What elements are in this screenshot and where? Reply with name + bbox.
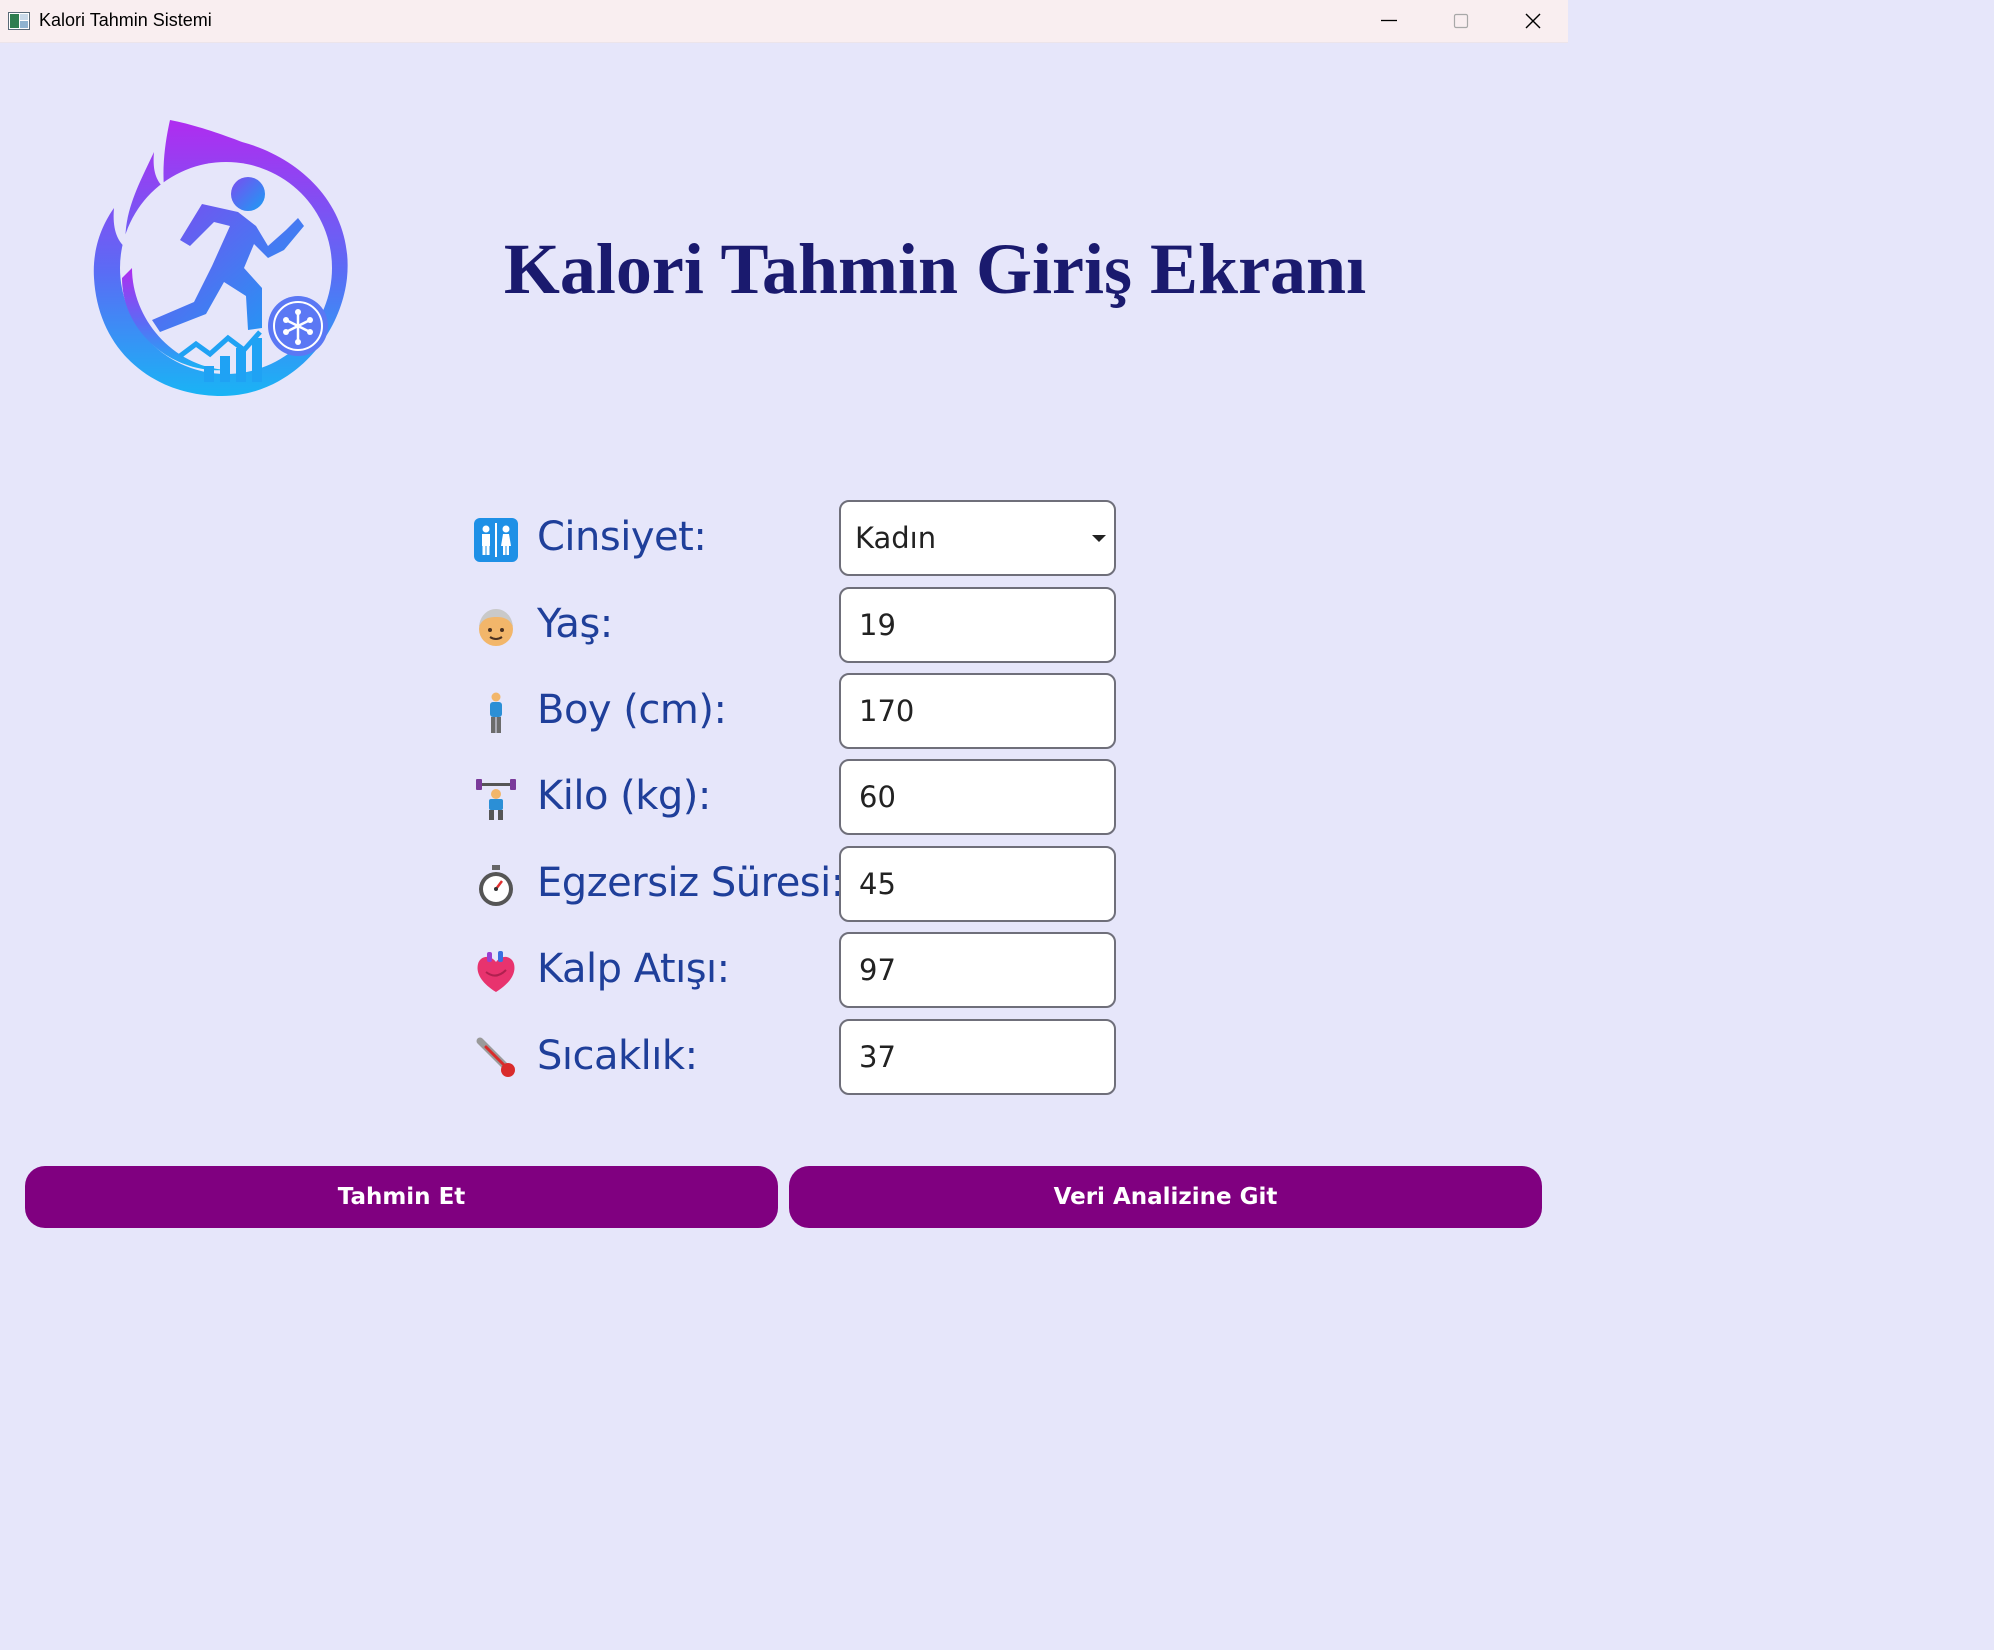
- weight-field[interactable]: [839, 759, 1116, 835]
- minimize-button[interactable]: [1352, 0, 1424, 43]
- height-field[interactable]: [839, 673, 1116, 749]
- gender-select-value: Kadın: [855, 521, 937, 555]
- weightlifter-icon: [474, 777, 518, 821]
- data-analysis-button[interactable]: Veri Analizine Git: [789, 1166, 1542, 1228]
- close-icon: [1525, 13, 1541, 29]
- gender-select[interactable]: Kadın: [839, 500, 1116, 576]
- exercise-duration-field[interactable]: [839, 846, 1116, 922]
- page-title: Kalori Tahmin Giriş Ekranı: [503, 229, 1367, 309]
- form-row-gender: Cinsiyet: Kadın: [474, 500, 1124, 576]
- restroom-icon: [474, 518, 518, 562]
- temperature-label: Sıcaklık:: [537, 1033, 698, 1079]
- stopwatch-icon: [474, 864, 518, 908]
- title-bar: Kalori Tahmin Sistemi: [0, 0, 1568, 43]
- age-field[interactable]: [839, 587, 1116, 663]
- maximize-icon: [1453, 13, 1469, 29]
- form-row-exercise-duration: Egzersiz Süresi:: [474, 846, 1124, 922]
- anatomical-heart-icon: [474, 950, 518, 994]
- heart-rate-field[interactable]: [839, 932, 1116, 1008]
- thermometer-icon: [474, 1037, 518, 1081]
- form-row-heart-rate: Kalp Atışı:: [474, 932, 1124, 1008]
- form-row-weight: Kilo (kg):: [474, 759, 1124, 835]
- chevron-down-icon: [1092, 535, 1106, 542]
- form-row-height: Boy (cm):: [474, 673, 1124, 749]
- heart-rate-label: Kalp Atışı:: [537, 946, 730, 992]
- temperature-field[interactable]: [839, 1019, 1116, 1095]
- minimize-icon: [1381, 19, 1397, 22]
- predict-button[interactable]: Tahmin Et: [25, 1166, 778, 1228]
- form-row-temperature: Sıcaklık:: [474, 1019, 1124, 1095]
- maximize-button[interactable]: [1424, 0, 1496, 43]
- exercise-duration-label: Egzersiz Süresi:: [537, 860, 844, 906]
- standing-person-icon: [474, 691, 518, 735]
- older-person-icon: [474, 605, 518, 649]
- window-title: Kalori Tahmin Sistemi: [39, 10, 212, 30]
- weight-label: Kilo (kg):: [537, 773, 711, 819]
- close-button[interactable]: [1496, 0, 1568, 43]
- age-label: Yaş:: [537, 601, 613, 647]
- running-person-flame-logo: [92, 118, 352, 398]
- height-label: Boy (cm):: [537, 687, 727, 733]
- app-window-icon: [8, 12, 30, 30]
- gender-label: Cinsiyet:: [537, 514, 707, 560]
- form-row-age: Yaş:: [474, 587, 1124, 663]
